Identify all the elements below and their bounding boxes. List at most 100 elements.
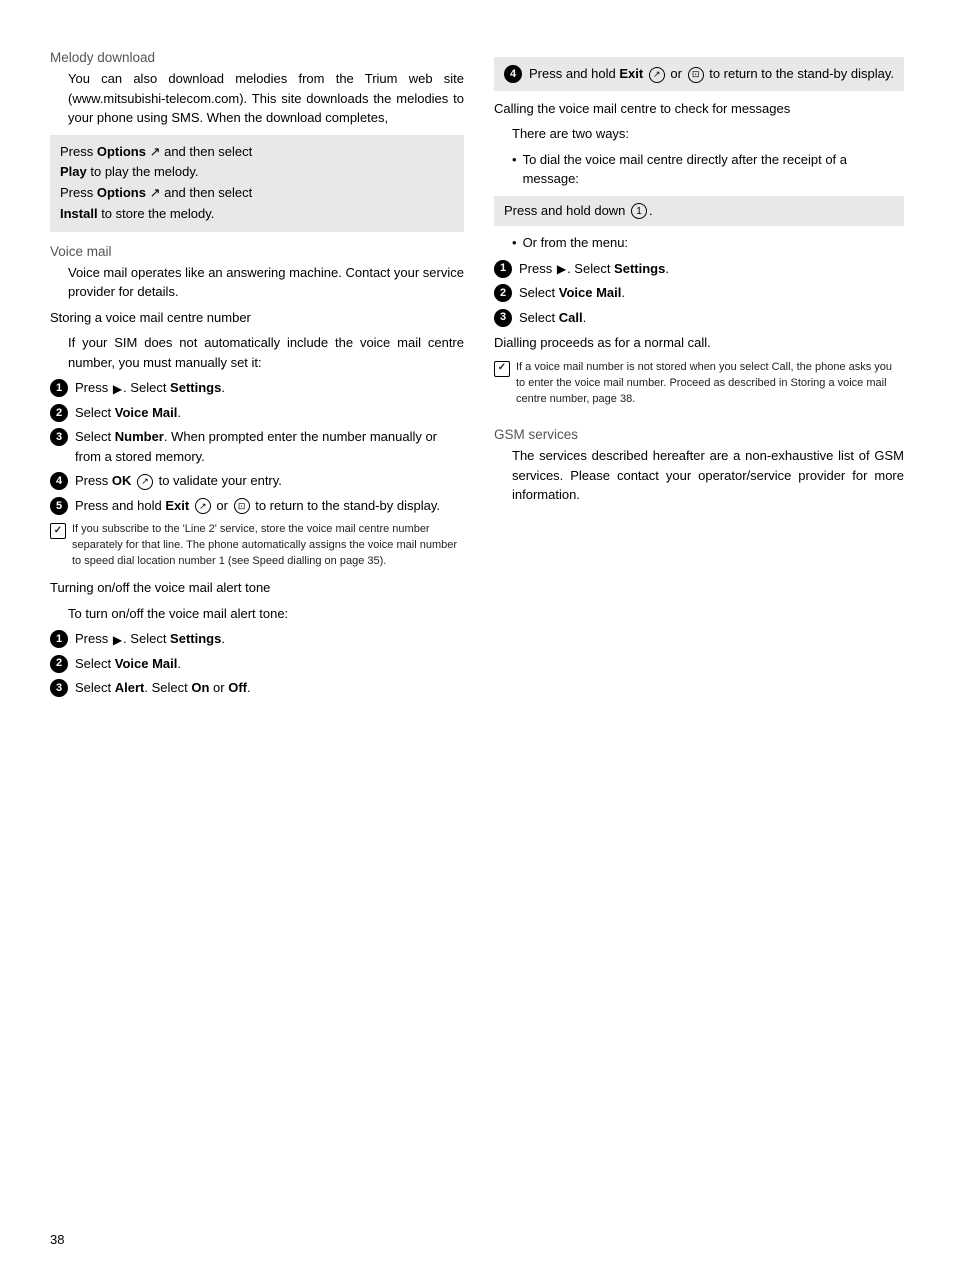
calling-section: Calling the voice mail centre to check f… xyxy=(494,99,904,408)
note-icon-1: ✓ xyxy=(50,523,66,539)
step-text-5: Press and hold Exit ↗ or ⊡ to return to … xyxy=(75,496,464,516)
step-alert-text-2: Select Voice Mail. xyxy=(75,654,464,674)
on-bold: On xyxy=(191,680,209,695)
step-alert-2: 2 Select Voice Mail. xyxy=(50,654,464,674)
calling-steps: 1 Press ▶. Select Settings. 2 Select Voi… xyxy=(494,259,904,328)
step-call-num-2: 2 xyxy=(494,284,512,302)
step-alert-3: 3 Select Alert. Select On or Off. xyxy=(50,678,464,698)
bullet2-container: • Or from the menu: xyxy=(494,233,904,253)
step-num-1: 1 xyxy=(50,379,68,397)
step-call-text-1: Press ▶. Select Settings. xyxy=(519,259,904,279)
melody-download-body: You can also download melodies from the … xyxy=(50,69,464,128)
storing-sub-heading: Storing a voice mail centre number xyxy=(50,308,464,328)
note-text-1: If you subscribe to the 'Line 2' service… xyxy=(72,522,464,570)
right-step-4: 4 Press and hold Exit ↗ or ⊡ to return t… xyxy=(504,64,894,84)
melody-line3: Press Options ↗ and then select xyxy=(60,183,454,204)
step-call-num-3: 3 xyxy=(494,309,512,327)
voicemail-bold-3: Voice Mail xyxy=(559,285,622,300)
step-alert-text-3: Select Alert. Select On or Off. xyxy=(75,678,464,698)
step-call-num-1: 1 xyxy=(494,260,512,278)
bullet-text-2: Or from the menu: xyxy=(523,233,628,253)
step-storing-4: 4 Press OK ↗ to validate your entry. xyxy=(50,471,464,491)
step-call-1: 1 Press ▶. Select Settings. xyxy=(494,259,904,279)
settings-bold-2: Settings xyxy=(170,631,221,646)
page: Melody download You can also download me… xyxy=(0,20,954,1267)
step-storing-1: 1 Press ▶. Select Settings. xyxy=(50,378,464,398)
step-text-2: Select Voice Mail. xyxy=(75,403,464,423)
exit-icon-1: ↗ xyxy=(195,498,211,514)
note-box-2: ✓ If a voice mail number is not stored w… xyxy=(494,360,904,408)
step-alert-num-3: 3 xyxy=(50,679,68,697)
arrow-right-icon-2: ▶ xyxy=(113,631,122,649)
melody-line4: Install to store the melody. xyxy=(60,204,454,225)
ok-icon: ↗ xyxy=(137,474,153,490)
gsm-heading: GSM services xyxy=(494,427,904,442)
note-box-1: ✓ If you subscribe to the 'Line 2' servi… xyxy=(50,522,464,570)
melody-line2: Play to play the melody. xyxy=(60,162,454,183)
alert-steps: 1 Press ▶. Select Settings. 2 Select Voi… xyxy=(50,629,464,698)
arrow-right-icon-3: ▶ xyxy=(557,260,566,278)
end-icon-right: ⊡ xyxy=(688,67,704,83)
step-alert-text-1: Press ▶. Select Settings. xyxy=(75,629,464,649)
step-call-text-3: Select Call. xyxy=(519,308,904,328)
right-step4-box: 4 Press and hold Exit ↗ or ⊡ to return t… xyxy=(494,57,904,91)
voice-mail-section: Voice mail Voice mail operates like an a… xyxy=(50,244,464,698)
settings-bold-3: Settings xyxy=(614,261,665,276)
step-num-2: 2 xyxy=(50,404,68,422)
voicemail-bold-2: Voice Mail xyxy=(115,656,178,671)
end-icon-1: ⊡ xyxy=(234,498,250,514)
gsm-body: The services described hereafter are a n… xyxy=(494,446,904,505)
alert-bold: Alert xyxy=(115,680,145,695)
step-alert-num-1: 1 xyxy=(50,630,68,648)
step-text-4: Press OK ↗ to validate your entry. xyxy=(75,471,464,491)
off-bold: Off xyxy=(228,680,247,695)
step-text-3: Select Number. When prompted enter the n… xyxy=(75,427,464,466)
bullet-text-1: To dial the voice mail centre directly a… xyxy=(523,150,904,189)
step-alert-num-2: 2 xyxy=(50,655,68,673)
right-step-num-4: 4 xyxy=(504,65,522,83)
step-call-2: 2 Select Voice Mail. xyxy=(494,283,904,303)
gsm-section: GSM services The services described here… xyxy=(494,427,904,505)
storing-body: If your SIM does not automatically inclu… xyxy=(50,333,464,372)
left-column: Melody download You can also download me… xyxy=(50,50,464,1237)
dialling-text: Dialling proceeds as for a normal call. xyxy=(494,333,904,353)
step-alert-1: 1 Press ▶. Select Settings. xyxy=(50,629,464,649)
settings-bold-1: Settings xyxy=(170,380,221,395)
step-call-3: 3 Select Call. xyxy=(494,308,904,328)
options-bold-1: Options xyxy=(97,144,146,159)
number-bold: Number xyxy=(115,429,164,444)
step-text-1: Press ▶. Select Settings. xyxy=(75,378,464,398)
melody-download-section: Melody download You can also download me… xyxy=(50,50,464,232)
note-text-2: If a voice mail number is not stored whe… xyxy=(516,360,904,408)
voice-mail-body1: Voice mail operates like an answering ma… xyxy=(50,263,464,302)
call-bold: Call xyxy=(559,310,583,325)
arrow-icon-2: ↗ xyxy=(150,185,161,200)
step-storing-3: 3 Select Number. When prompted enter the… xyxy=(50,427,464,466)
alert-sub-heading: Turning on/off the voice mail alert tone xyxy=(50,578,464,598)
bullet-1: • To dial the voice mail centre directly… xyxy=(512,150,904,189)
two-ways-text: There are two ways: xyxy=(494,124,904,144)
right-step-text-4: Press and hold Exit ↗ or ⊡ to return to … xyxy=(529,64,894,84)
bullet-dot-2: • xyxy=(512,233,517,253)
bullet-2: • Or from the menu: xyxy=(512,233,904,253)
ok-bold: OK xyxy=(112,473,132,488)
step-call-text-2: Select Voice Mail. xyxy=(519,283,904,303)
melody-download-heading: Melody download xyxy=(50,50,464,65)
arrow-right-icon-1: ▶ xyxy=(113,380,122,398)
right-column: 4 Press and hold Exit ↗ or ⊡ to return t… xyxy=(494,50,904,1237)
melody-highlight-box: Press Options ↗ and then select Play to … xyxy=(50,135,464,232)
exit-bold-right: Exit xyxy=(619,66,643,81)
storing-steps: 1 Press ▶. Select Settings. 2 Select Voi… xyxy=(50,378,464,515)
voice-mail-heading: Voice mail xyxy=(50,244,464,259)
play-bold: Play xyxy=(60,164,87,179)
exit-bold-1: Exit xyxy=(165,498,189,513)
step-storing-2: 2 Select Voice Mail. xyxy=(50,403,464,423)
voicemail-bold-1: Voice Mail xyxy=(115,405,178,420)
hold-down-circle: 1 xyxy=(631,203,647,219)
columns: Melody download You can also download me… xyxy=(50,50,904,1237)
bullet-dot-1: • xyxy=(512,150,517,170)
bullet1-container: • To dial the voice mail centre directly… xyxy=(494,150,904,189)
arrow-icon-1: ↗ xyxy=(150,144,161,159)
options-bold-2: Options xyxy=(97,185,146,200)
step-storing-5: 5 Press and hold Exit ↗ or ⊡ to return t… xyxy=(50,496,464,516)
